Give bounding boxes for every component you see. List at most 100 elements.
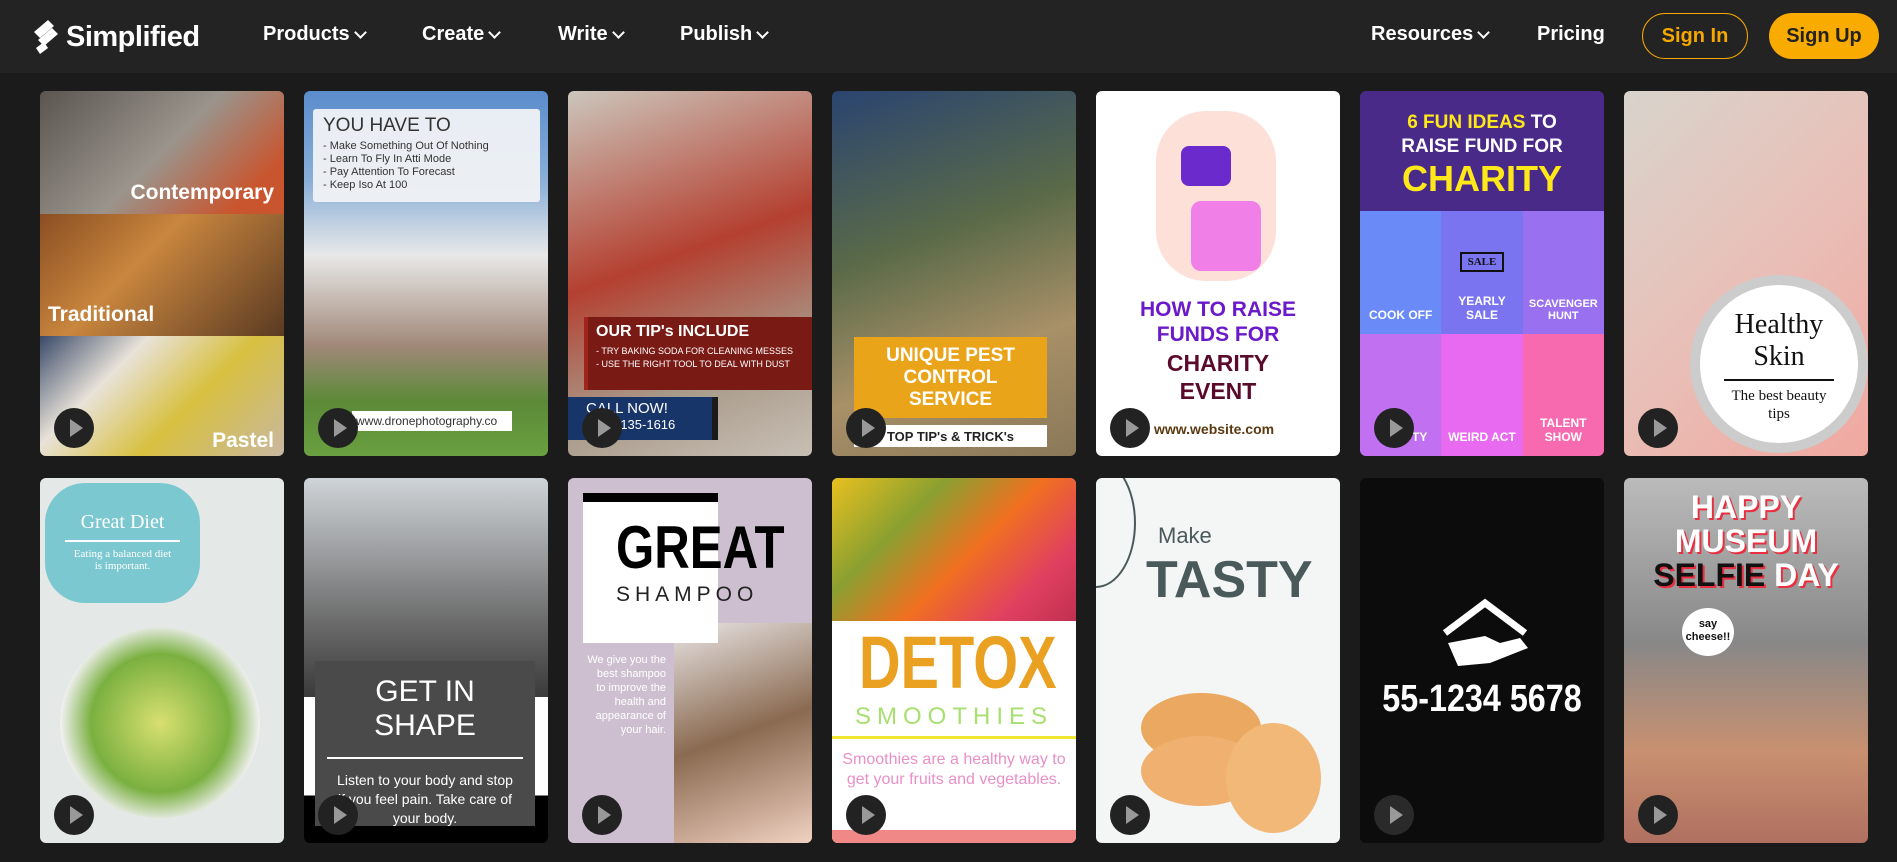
card-subtitle: Eating a balanced diet is important. — [73, 548, 172, 572]
heading-line: RAISE FUND FOR — [1401, 136, 1563, 157]
play-icon[interactable] — [54, 795, 94, 835]
top-nav: Simplified Products Create Write Publish… — [0, 0, 1897, 73]
heading: 6 FUN IDEAS TO RAISE FUND FOR CHARITY — [1360, 111, 1604, 199]
illustration-pants — [1191, 201, 1261, 271]
card-subtitle: SMOOTHIES — [854, 703, 1053, 730]
nav-write[interactable]: Write — [558, 23, 625, 46]
title-line: HOW TO RAISE — [1140, 298, 1296, 321]
template-card-great-diet[interactable]: Great Diet Eating a balanced diet is imp… — [40, 478, 284, 843]
play-icon[interactable] — [1374, 408, 1414, 448]
nav-label: Publish — [680, 23, 753, 45]
nav-label: Create — [422, 23, 485, 45]
bullet: - Make Something Out Of Nothing — [323, 140, 489, 152]
card-title: YOU HAVE TO — [323, 115, 451, 136]
template-card-cleaning[interactable]: OUR TIP's INCLUDE - TRY BAKING SODA FOR … — [568, 91, 812, 456]
play-icon[interactable] — [582, 408, 622, 448]
heading-text: TO — [1530, 112, 1557, 133]
title-day: DAY — [1774, 557, 1839, 593]
chevron-down-icon — [488, 25, 502, 39]
brand-name: Simplified — [66, 20, 200, 53]
play-icon[interactable] — [1110, 408, 1150, 448]
template-card-museum[interactable]: HAPPY MUSEUM SELFIE DAY say cheese!! — [1624, 478, 1868, 843]
card-body: Smoothies are a healthy way to get your … — [842, 751, 1066, 788]
hair-photo — [674, 623, 812, 843]
chevron-down-icon — [1477, 25, 1491, 39]
chevron-down-icon — [756, 25, 770, 39]
text-box: YOU HAVE TO - Make Something Out Of Noth… — [313, 109, 540, 202]
nav-label: Pricing — [1537, 23, 1605, 45]
play-icon[interactable] — [582, 795, 622, 835]
play-icon[interactable] — [318, 795, 358, 835]
card-title: GET IN SHAPE — [327, 675, 523, 759]
sign-up-button[interactable]: Sign Up — [1769, 13, 1879, 59]
card-title: UNIQUE PEST CONTROL SERVICE — [854, 337, 1047, 418]
template-card-healthy-skin[interactable]: Healthy Skin The best beauty tips — [1624, 91, 1868, 456]
illustration-shirt — [1181, 146, 1231, 186]
nav-publish[interactable]: Publish — [680, 23, 770, 46]
card-title: DETOX — [858, 621, 1057, 704]
house-hand-icon — [1442, 598, 1528, 666]
card-body: Listen to your body and stop if you feel… — [337, 772, 513, 826]
card-title: Great Diet — [65, 511, 180, 542]
donut — [1226, 723, 1321, 833]
nav-pricing[interactable]: Pricing — [1537, 23, 1605, 46]
phone-number: 55-1234 5678 — [1382, 678, 1582, 720]
title-line: CHARITY — [1166, 350, 1270, 376]
sign-in-button[interactable]: Sign In — [1642, 13, 1748, 59]
card-title: TASTY — [1146, 551, 1313, 609]
template-card-drone[interactable]: YOU HAVE TO - Make Something Out Of Noth… — [304, 91, 548, 456]
template-card-charity-event[interactable]: HOW TO RAISE FUNDS FOR CHARITY EVENT www.w… — [1096, 91, 1340, 456]
salad-plate — [60, 628, 260, 818]
idea-cell: SALE YEARLY SALE — [1441, 211, 1523, 334]
play-icon[interactable] — [1638, 795, 1678, 835]
nav-label: Resources — [1371, 23, 1474, 45]
card-title: OUR TIP's INCLUDE — [596, 323, 750, 340]
idea-cell: SCAVENGER HUNT — [1522, 211, 1604, 334]
title-line: EVENT — [1179, 378, 1257, 404]
chevron-down-icon — [611, 25, 625, 39]
template-card-detox[interactable]: DETOX SMOOTHIES Smoothies are a healthy … — [832, 478, 1076, 843]
play-icon[interactable] — [846, 795, 886, 835]
template-card-pest[interactable]: UNIQUE PEST CONTROL SERVICE TOP TIP's & … — [832, 91, 1076, 456]
bullet: - Learn To Fly In Atti Mode — [323, 153, 452, 165]
template-card-shampoo[interactable]: GREAT SHAMPOO We give you the best shamp… — [568, 478, 812, 843]
card-url: www.dronephotography.co — [352, 411, 512, 431]
play-icon[interactable] — [1638, 408, 1678, 448]
template-card-get-in-shape[interactable]: GET IN SHAPE Listen to your body and sto… — [304, 478, 548, 843]
title-selfie: SELFIE — [1653, 557, 1766, 593]
fruit-photo — [832, 478, 1076, 621]
bullet: - Pay Attention To Forecast — [323, 166, 455, 178]
nav-label: Products — [263, 23, 350, 45]
card-title: GREAT — [616, 514, 785, 581]
play-icon[interactable] — [846, 408, 886, 448]
template-card-interiors[interactable]: Contemporary Traditional Pastel — [40, 91, 284, 456]
template-card-tasty[interactable]: Make TASTY — [1096, 478, 1340, 843]
decor-arc — [1096, 478, 1136, 588]
title-line: MUSEUM — [1674, 523, 1818, 559]
divider — [832, 736, 1076, 739]
nav-create[interactable]: Create — [422, 23, 502, 46]
nav-resources[interactable]: Resources — [1371, 23, 1491, 46]
card-title: Healthy Skin — [1724, 309, 1834, 381]
label-pastel: Pastel — [212, 429, 274, 452]
play-icon[interactable] — [54, 408, 94, 448]
idea-cell: COOK OFF — [1360, 211, 1442, 334]
play-icon[interactable] — [1110, 795, 1150, 835]
brand-logo[interactable]: Simplified — [30, 18, 200, 56]
skin-circle: Healthy Skin The best beauty tips — [1690, 275, 1868, 453]
idea-cell: TALENT SHOW — [1522, 333, 1604, 456]
chevron-down-icon — [353, 25, 367, 39]
label-contemporary: Contemporary — [130, 181, 274, 204]
nav-products[interactable]: Products — [263, 23, 367, 46]
card-body: We give you the best shampoo to improve … — [587, 654, 666, 736]
play-icon[interactable] — [318, 408, 358, 448]
card-subtitle: Make — [1158, 523, 1212, 548]
template-card-fun-ideas[interactable]: 6 FUN IDEAS TO RAISE FUND FOR CHARITY CO… — [1360, 91, 1604, 456]
title-bottom: CHARITY EVENT — [1096, 349, 1340, 405]
card-url: www.website.com — [1154, 421, 1275, 437]
play-icon[interactable] — [1374, 795, 1414, 835]
template-card-phone[interactable]: 55-1234 5678 — [1360, 478, 1604, 843]
heading-big: CHARITY — [1402, 158, 1562, 199]
idea-cell: WEIRD ACT — [1441, 333, 1523, 456]
idea-label: YEARLY SALE — [1458, 293, 1506, 322]
